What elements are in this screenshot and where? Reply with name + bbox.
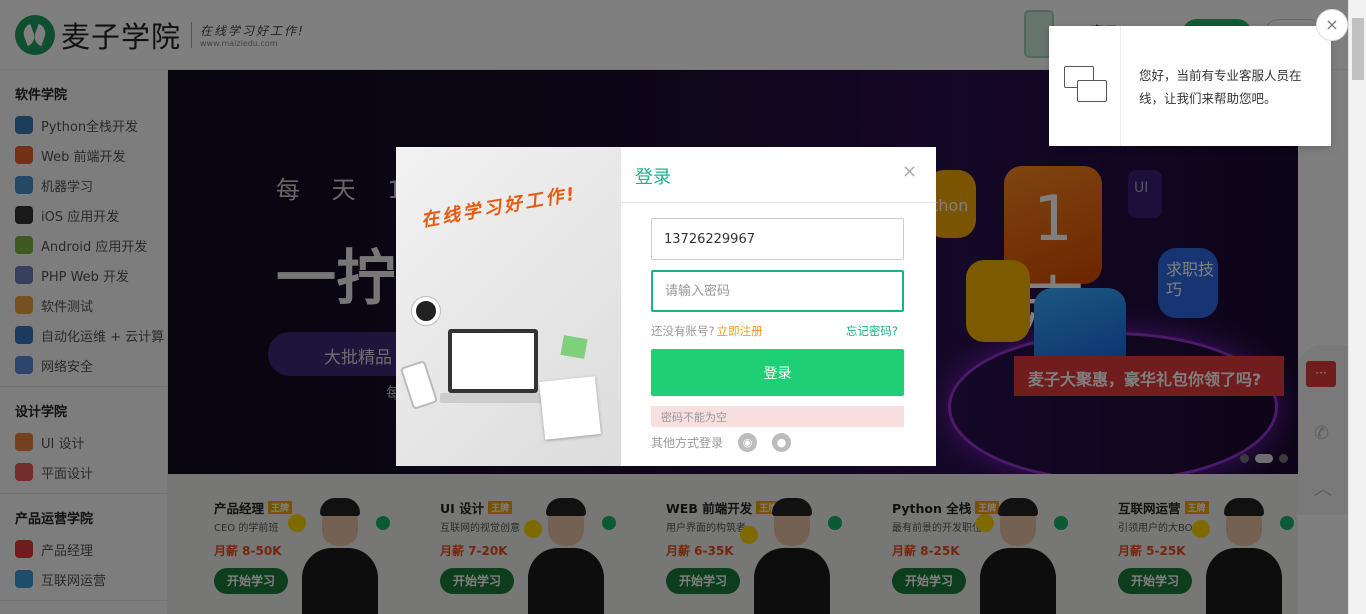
page-scrollbar[interactable] — [1348, 0, 1366, 614]
laptop-icon — [448, 329, 538, 393]
register-row: 还没有账号? 立即注册 忘记密码? — [651, 323, 904, 339]
login-submit-button[interactable]: 登录 — [651, 349, 904, 396]
forgot-password-link[interactable]: 忘记密码? — [846, 323, 898, 339]
other-login-label: 其他方式登录 — [651, 436, 724, 450]
other-login-methods: 其他方式登录 ◉ ● — [651, 433, 792, 452]
login-illustration: 在线学习好工作! — [396, 147, 621, 466]
login-modal: 在线学习好工作! 登录 × 还没有账号?立即注册 忘记密码? 登录 密码不能为空… — [396, 147, 936, 466]
password-input[interactable] — [651, 270, 904, 312]
customer-service-popup[interactable]: 您好，当前有专业客服人员在线，让我们来帮助您吧。 — [1049, 26, 1331, 146]
paper-chart-icon — [539, 376, 601, 440]
modal-divider — [621, 202, 936, 203]
scrollbar-thumb[interactable] — [1352, 18, 1364, 80]
no-account-text: 还没有账号? — [651, 324, 715, 338]
smartphone-icon — [399, 360, 439, 410]
coffee-cup-icon — [412, 297, 440, 325]
close-icon[interactable]: × — [1316, 9, 1348, 41]
qq-icon[interactable]: ◉ — [738, 433, 758, 452]
register-link[interactable]: 立即注册 — [717, 324, 763, 338]
error-message: 密码不能为空 — [651, 406, 904, 427]
modal-title: 登录 — [635, 167, 671, 188]
wechat-icon[interactable]: ● — [772, 433, 792, 452]
phone-input[interactable] — [651, 218, 904, 260]
illustration-slogan: 在线学习好工作! — [419, 183, 580, 232]
chat-bubbles-icon — [1049, 26, 1121, 146]
laptop-base — [440, 393, 546, 403]
close-icon[interactable]: × — [902, 161, 917, 182]
bubble-shape — [1077, 80, 1107, 102]
sticky-notes-icon — [560, 335, 588, 359]
chat-message: 您好，当前有专业客服人员在线，让我们来帮助您吧。 — [1139, 68, 1302, 106]
